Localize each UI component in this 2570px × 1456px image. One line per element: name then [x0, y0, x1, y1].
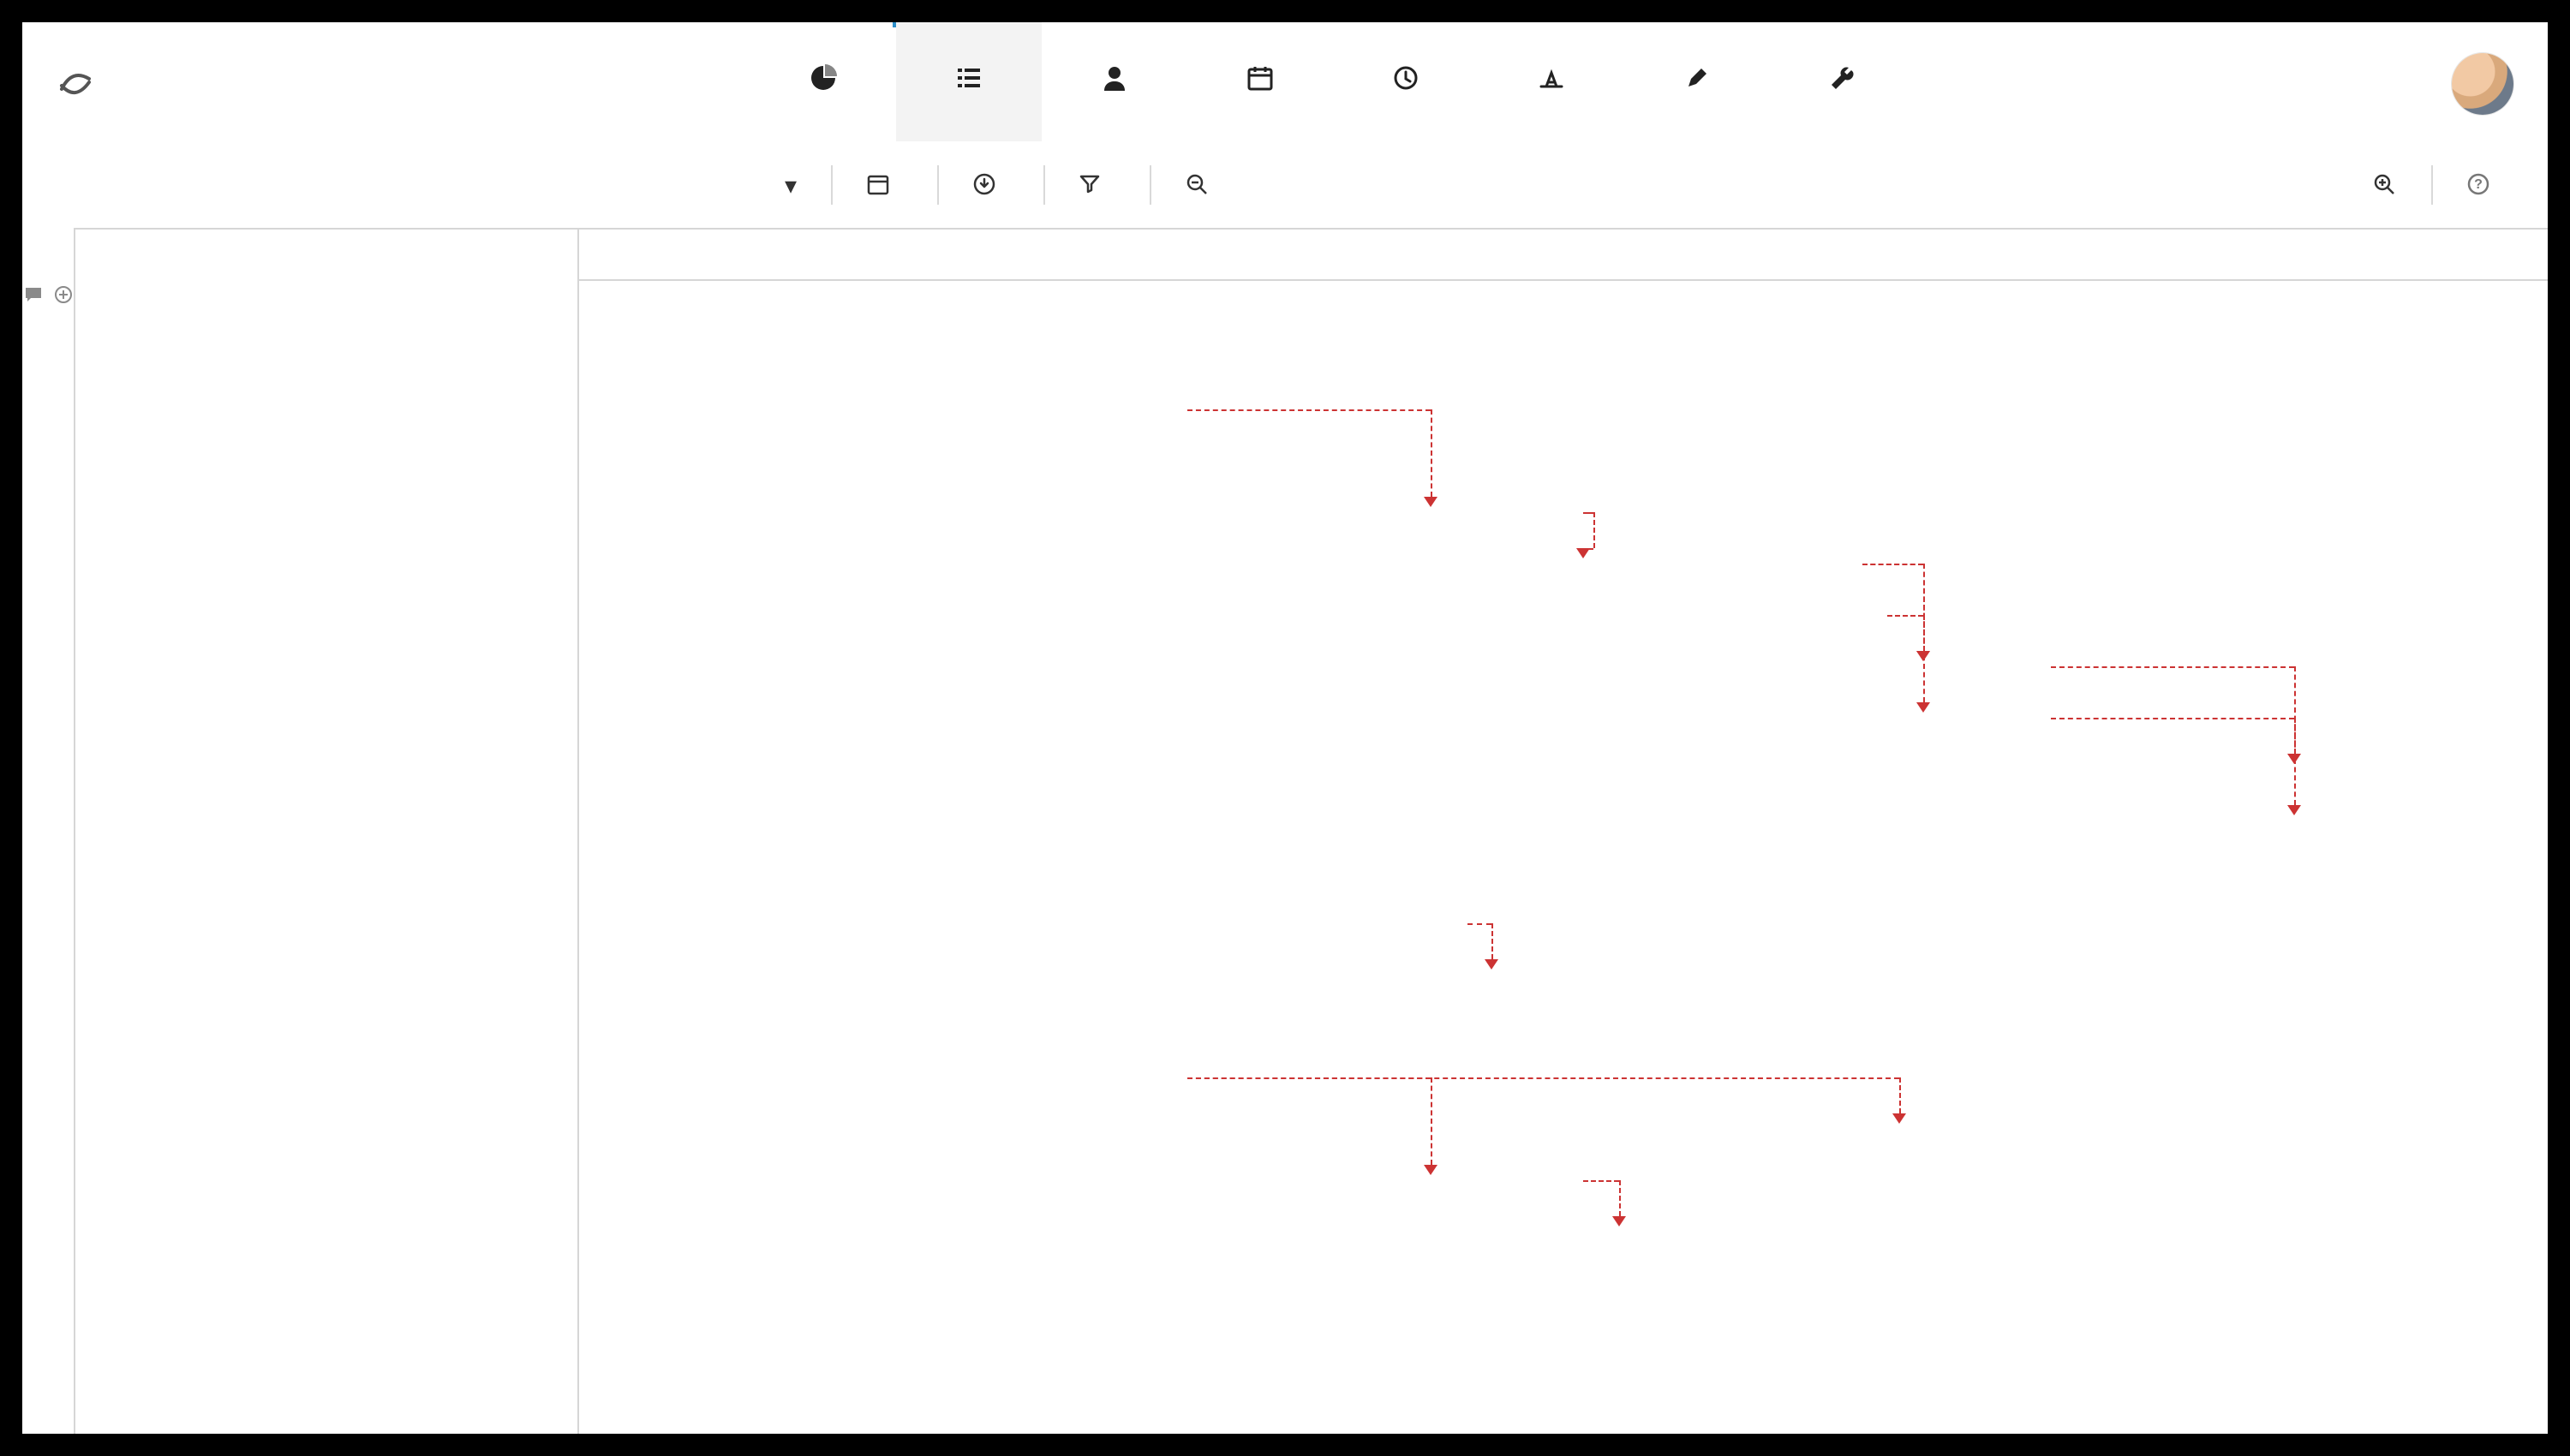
dependency-line: [2051, 666, 2294, 668]
dependency-line: [1923, 564, 1925, 651]
dependency-line: [1583, 512, 1593, 514]
comment-icon[interactable]: [24, 286, 43, 303]
dependency-line: [2051, 718, 2294, 719]
help-icon: ?: [2467, 173, 2491, 197]
dependency-line: [1583, 1180, 1620, 1182]
svg-text:?: ?: [2474, 177, 2483, 192]
add-icon[interactable]: [55, 286, 72, 303]
pencil-icon: [1685, 63, 1709, 93]
dependency-line: [1619, 1180, 1621, 1216]
caret-down-icon: ▾: [785, 171, 797, 200]
separator: [937, 165, 939, 205]
help-button[interactable]: ?: [2445, 163, 2513, 207]
wrench-icon: [1830, 63, 1856, 93]
task-list: [74, 228, 579, 1434]
nav-tasks[interactable]: [896, 22, 1042, 141]
content-area: [22, 228, 2548, 1434]
dependency-line: [1923, 564, 1925, 702]
dependency-line: [1899, 1077, 1901, 1113]
dependency-arrow-icon: [1424, 1165, 1437, 1175]
separator: [1043, 165, 1045, 205]
nav-calendars[interactable]: [1187, 22, 1333, 141]
dependency-arrow-icon: [2287, 805, 2301, 815]
row-gutter: [22, 228, 74, 1434]
separator: [1150, 165, 1151, 205]
nav-dashboard[interactable]: [750, 22, 896, 141]
dependency-line: [1593, 512, 1595, 548]
milestone-icon: [1538, 63, 1565, 93]
separator: [831, 165, 833, 205]
nav-resources[interactable]: [1042, 22, 1187, 141]
dependency-line: [1862, 564, 1923, 565]
user-icon: [1103, 63, 1127, 93]
dependency-arrow-icon: [1916, 651, 1930, 661]
main-nav: [750, 22, 1916, 141]
dependency-arrow-icon: [1612, 1216, 1626, 1226]
dependency-arrow-icon: [2287, 754, 2301, 764]
logo-icon: [57, 63, 94, 101]
app-logo[interactable]: [57, 63, 106, 101]
nav-activity[interactable]: [1333, 22, 1479, 141]
dependency-arrow-icon: [1892, 1113, 1906, 1124]
dependency-line: [1431, 409, 1432, 497]
nav-wiki[interactable]: [1624, 22, 1770, 141]
gantt-body: [579, 281, 2548, 1434]
zoom-out-button[interactable]: [1163, 163, 1232, 207]
filter-icon: [1079, 173, 1103, 197]
calendar-icon: [867, 173, 891, 197]
dependency-line: [1187, 1077, 1431, 1079]
zoom-in-icon: [2373, 173, 2397, 197]
separator: [2431, 165, 2433, 205]
pie-chart-icon: [810, 63, 837, 93]
timeline-header: [579, 230, 2548, 281]
dependency-arrow-icon: [1485, 959, 1498, 970]
filters-button[interactable]: [1057, 163, 1138, 207]
task-list-header: [75, 228, 577, 279]
gantt-toolbar: ▾ ?: [750, 151, 2513, 219]
dependency-line: [1187, 409, 1431, 411]
export-button[interactable]: [951, 163, 1031, 207]
app-header: [22, 22, 2548, 142]
dependency-arrow-icon: [1424, 497, 1437, 507]
list-icon: [956, 63, 982, 93]
dependency-line: [1187, 1077, 1899, 1079]
download-icon: [973, 173, 997, 197]
dependency-arrow-icon: [1916, 702, 1930, 713]
today-button[interactable]: [845, 163, 925, 207]
user-avatar[interactable]: [2452, 53, 2513, 115]
dependency-line: [1862, 564, 1923, 565]
view-dropdown[interactable]: ▾: [750, 161, 819, 210]
zoom-out-icon: [1186, 173, 1210, 197]
dependency-line: [1431, 1077, 1432, 1165]
dependency-line: [2294, 666, 2296, 754]
dependency-line: [1467, 923, 1491, 925]
nav-settings[interactable]: [1770, 22, 1916, 141]
nav-milestones[interactable]: [1479, 22, 1624, 141]
dependency-line: [1923, 615, 1925, 651]
gantt-chart[interactable]: [579, 228, 2548, 1434]
dependency-line: [1491, 923, 1493, 959]
zoom-in-button[interactable]: [2351, 163, 2419, 207]
dependency-line: [1887, 615, 1924, 617]
calendar-icon: [1247, 63, 1273, 93]
dependency-arrow-icon: [1576, 548, 1590, 558]
clock-icon: [1393, 63, 1419, 93]
